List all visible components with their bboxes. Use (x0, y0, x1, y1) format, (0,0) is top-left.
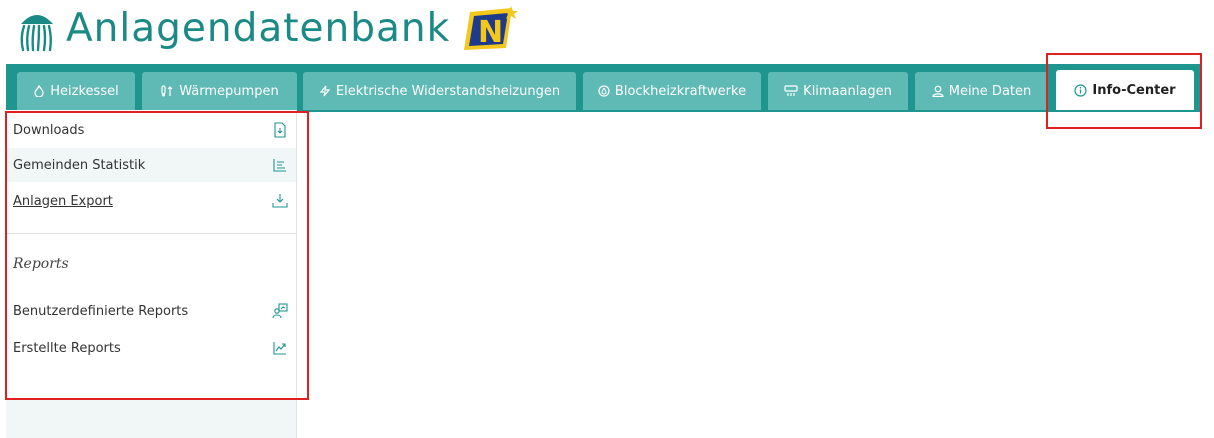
lightning-icon (319, 85, 331, 97)
tab-label: Heizkessel (50, 83, 119, 99)
trend-chart-icon (272, 340, 288, 356)
air-conditioner-icon (784, 85, 798, 97)
power-plant-icon (598, 85, 610, 97)
info-icon (1074, 83, 1088, 97)
sidebar-item-label: Benutzerdefinierte Reports (13, 303, 189, 319)
sidebar-divider (6, 233, 296, 234)
sidebar-item-label: Downloads (13, 122, 85, 138)
sidebar-item-anlagen-export[interactable]: Anlagen Export (6, 184, 296, 218)
tab-blockheizkraftwerke[interactable]: Blockheizkraftwerke (583, 72, 761, 110)
sidebar-footer-area (6, 400, 296, 438)
tab-klimaanlagen[interactable]: Klimaanlagen (768, 72, 908, 110)
info-center-sidebar: Downloads Gemeinden Statistik Anlagen Ex… (6, 110, 297, 438)
sidebar-item-label: Anlagen Export (13, 193, 113, 209)
flame-icon (33, 85, 45, 97)
noe-brand-logo: N (464, 6, 518, 50)
export-download-icon (272, 193, 288, 209)
sidebar-item-label: Gemeinden Statistik (13, 157, 146, 173)
tab-label: Meine Daten (948, 83, 1032, 99)
user-report-icon (272, 303, 288, 319)
tab-meine-daten[interactable]: Meine Daten (915, 72, 1048, 110)
sidebar-item-downloads[interactable]: Downloads (6, 113, 296, 147)
sidebar-item-benutzerdefinierte-reports[interactable]: Benutzerdefinierte Reports (6, 294, 296, 328)
thermometer-arrows-icon (160, 85, 174, 97)
app-title: Anlagendatenbank (66, 6, 451, 51)
user-icon (932, 85, 944, 97)
statistics-list-icon (272, 157, 288, 173)
sidebar-item-label: Erstellte Reports (13, 340, 121, 356)
reports-heading: Reports (13, 256, 69, 272)
tab-info-center[interactable]: Info-Center (1056, 70, 1194, 110)
sidebar-item-erstellte-reports[interactable]: Erstellte Reports (6, 331, 296, 365)
tab-label: Elektrische Widerstandsheizungen (335, 83, 561, 99)
tab-waermepumpen[interactable]: Wärmepumpen (142, 72, 297, 110)
tab-elektrische-widerstandsheizungen[interactable]: Elektrische Widerstandsheizungen (303, 72, 576, 110)
file-download-icon (272, 122, 288, 138)
tab-label: Klimaanlagen (803, 83, 892, 99)
svg-text:N: N (478, 15, 503, 50)
tab-label: Wärmepumpen (179, 83, 279, 99)
app-header: Anlagendatenbank N (0, 0, 1214, 66)
jellyfish-logo-icon (20, 15, 53, 52)
tab-label: Blockheizkraftwerke (614, 83, 747, 99)
sidebar-item-gemeinden-statistik[interactable]: Gemeinden Statistik (6, 148, 296, 182)
tab-heizkessel[interactable]: Heizkessel (17, 72, 135, 110)
tab-label: Info-Center (1092, 82, 1176, 98)
